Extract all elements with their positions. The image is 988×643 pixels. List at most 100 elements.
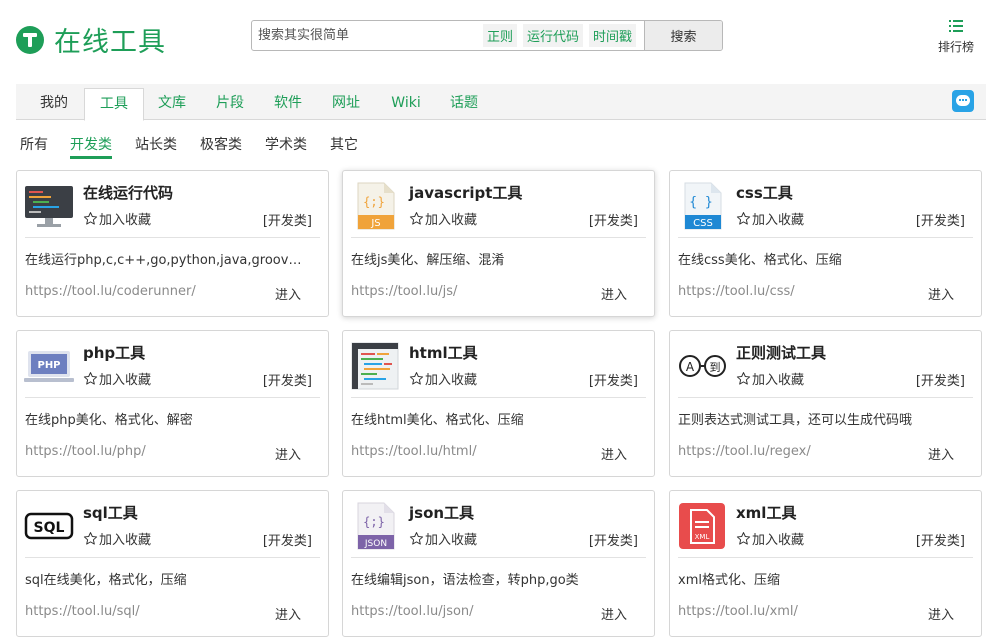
card-url[interactable]: https://tool.lu/html/: [351, 444, 477, 459]
card-description: 在线php美化、格式化、解密: [25, 413, 193, 428]
search-input[interactable]: [252, 21, 483, 50]
chat-button[interactable]: [952, 90, 974, 112]
svg-text:{;}: {;}: [363, 515, 385, 529]
subcat-dev[interactable]: 开发类: [70, 134, 112, 159]
quick-tag-timestamp[interactable]: 时间戳: [588, 24, 636, 47]
tab-mine[interactable]: 我的: [30, 88, 78, 120]
tab-wiki[interactable]: Wiki: [384, 88, 428, 120]
enter-link[interactable]: 进入: [601, 604, 627, 623]
enter-link[interactable]: 进入: [275, 444, 301, 463]
enter-link[interactable]: 进入: [928, 604, 954, 623]
subcat-webmaster[interactable]: 站长类: [135, 134, 177, 154]
svg-text:{;}: {;}: [363, 195, 385, 209]
star-icon: [83, 532, 98, 545]
favorite-button[interactable]: 加入收藏: [736, 529, 804, 548]
svg-text:CSS: CSS: [693, 218, 713, 229]
card-category: [开发类]: [915, 534, 965, 549]
card-url[interactable]: https://tool.lu/php/: [25, 444, 146, 459]
tab-docs[interactable]: 文库: [150, 88, 194, 120]
tab-links[interactable]: 网址: [324, 88, 368, 120]
svg-text:A: A: [686, 360, 695, 374]
search-bar: 正则 运行代码 时间戳 搜索: [251, 20, 723, 51]
card-url[interactable]: https://tool.lu/sql/: [25, 604, 140, 619]
tool-card[interactable]: A 到 正则测试工具 加入收藏 [开发类] 正则表达式测试工具，还可以生成代码哦…: [669, 330, 982, 477]
card-url[interactable]: https://tool.lu/js/: [351, 284, 457, 299]
favorite-button[interactable]: 加入收藏: [83, 209, 151, 228]
tab-tools[interactable]: 工具: [84, 88, 144, 121]
quick-tag-regex[interactable]: 正则: [482, 24, 517, 47]
subcat-geek[interactable]: 极客类: [200, 134, 242, 154]
favorite-label: 加入收藏: [99, 213, 152, 228]
star-icon: [83, 212, 98, 225]
card-url[interactable]: https://tool.lu/coderunner/: [25, 284, 196, 299]
card-category: [开发类]: [262, 214, 312, 229]
favorite-button[interactable]: 加入收藏: [409, 369, 477, 388]
card-title: xml工具: [736, 504, 797, 522]
tool-card[interactable]: { } CSS css工具 加入收藏 [开发类] 在线css美化、格式化、压缩 …: [669, 170, 982, 317]
card-title: javascript工具: [409, 184, 523, 202]
star-icon: [736, 372, 751, 385]
enter-link[interactable]: 进入: [275, 284, 301, 303]
subcat-academic[interactable]: 学术类: [265, 134, 307, 154]
logo-text: 在线工具: [54, 27, 166, 58]
svg-text:{ }: { }: [689, 195, 712, 210]
star-icon: [736, 532, 751, 545]
star-icon: [409, 532, 424, 545]
enter-link[interactable]: 进入: [601, 284, 627, 303]
tool-card[interactable]: 在线运行代码 加入收藏 [开发类] 在线运行php,c,c++,go,pytho…: [16, 170, 329, 317]
ranking-label: 排行榜: [937, 40, 974, 54]
card-title: 在线运行代码: [83, 184, 174, 202]
tool-card[interactable]: XML xml工具 加入收藏 [开发类] xml格式化、压缩 https://t…: [669, 490, 982, 637]
card-description: 在线运行php,c,c++,go,python,java,groovy…: [25, 253, 306, 268]
star-icon: [409, 212, 424, 225]
tool-card[interactable]: {;} JSON json工具 加入收藏 [开发类] 在线编辑json，语法检查…: [342, 490, 655, 637]
tool-card[interactable]: SQL sql工具 加入收藏 [开发类] sql在线美化，格式化，压缩 http…: [16, 490, 329, 637]
tool-card[interactable]: PHP php工具 加入收藏 [开发类] 在线php美化、格式化、解密 http…: [16, 330, 329, 477]
favorite-button[interactable]: 加入收藏: [409, 209, 477, 228]
card-url[interactable]: https://tool.lu/regex/: [678, 444, 811, 459]
tab-topics[interactable]: 话题: [442, 88, 486, 120]
list-icon: [949, 20, 963, 32]
php-laptop-icon: PHP: [24, 351, 74, 382]
code-runner-icon: [25, 186, 73, 227]
enter-link[interactable]: 进入: [928, 444, 954, 463]
favorite-button[interactable]: 加入收藏: [736, 369, 804, 388]
card-url[interactable]: https://tool.lu/json/: [351, 604, 474, 619]
star-icon: [736, 212, 751, 225]
favorite-button[interactable]: 加入收藏: [83, 369, 151, 388]
tool-card[interactable]: html工具 加入收藏 [开发类] 在线html美化、格式化、压缩 https:…: [342, 330, 655, 477]
enter-link[interactable]: 进入: [275, 604, 301, 623]
quick-tag-run-code[interactable]: 运行代码: [522, 24, 583, 47]
favorite-label: 加入收藏: [99, 373, 152, 388]
card-category: [开发类]: [588, 374, 638, 389]
favorite-label: 加入收藏: [425, 373, 478, 388]
card-description: 在线编辑json，语法检查，转php,go类: [351, 573, 579, 588]
favorite-label: 加入收藏: [752, 213, 805, 228]
js-file-icon: {;} JS: [357, 182, 395, 230]
tool-card[interactable]: {;} JS javascript工具 加入收藏 [开发类] 在线js美化、解压…: [342, 170, 655, 317]
tab-snippets[interactable]: 片段: [208, 88, 252, 120]
favorite-button[interactable]: 加入收藏: [83, 529, 151, 548]
card-description: 正则表达式测试工具，还可以生成代码哦: [678, 413, 913, 428]
card-description: 在线css美化、格式化、压缩: [678, 253, 842, 268]
svg-text:XML: XML: [695, 533, 710, 541]
svg-text:JS: JS: [370, 218, 380, 229]
tab-software[interactable]: 软件: [266, 88, 310, 120]
ranking-button[interactable]: 排行榜: [934, 18, 978, 55]
card-url[interactable]: https://tool.lu/xml/: [678, 604, 798, 619]
enter-link[interactable]: 进入: [601, 444, 627, 463]
subcat-all[interactable]: 所有: [20, 134, 48, 154]
card-category: [开发类]: [262, 374, 312, 389]
svg-text:到: 到: [710, 361, 721, 374]
search-button[interactable]: 搜索: [644, 21, 722, 50]
site-logo[interactable]: 在线工具: [16, 20, 166, 59]
favorite-label: 加入收藏: [752, 373, 805, 388]
favorite-button[interactable]: 加入收藏: [409, 529, 477, 548]
star-icon: [83, 372, 98, 385]
enter-link[interactable]: 进入: [928, 284, 954, 303]
favorite-button[interactable]: 加入收藏: [736, 209, 804, 228]
card-description: sql在线美化，格式化，压缩: [25, 573, 187, 588]
card-url[interactable]: https://tool.lu/css/: [678, 284, 795, 299]
card-description: 在线html美化、格式化、压缩: [351, 413, 524, 428]
subcat-other[interactable]: 其它: [330, 134, 358, 154]
